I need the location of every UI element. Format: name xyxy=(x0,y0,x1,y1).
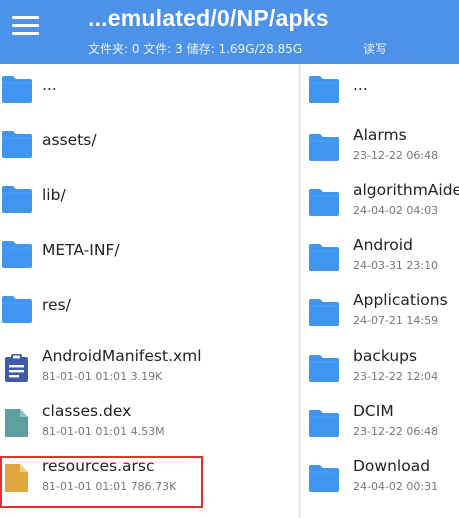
folder-icon xyxy=(1,129,33,159)
item-name: ... xyxy=(353,76,368,94)
folder-icon xyxy=(308,297,340,327)
list-item-meta-inf[interactable]: META-INF/ xyxy=(0,229,298,284)
read-write-toggle[interactable]: 读写 xyxy=(363,40,387,57)
item-name: algorithmAide xyxy=(353,181,459,199)
list-item-assets[interactable]: assets/ xyxy=(0,119,298,174)
current-path-title: ...emulated/0/NP/apks xyxy=(88,5,329,31)
item-name: DCIM xyxy=(353,402,394,420)
folder-icon xyxy=(308,187,340,217)
list-item-classes-dex[interactable]: classes.dex 81-01-01 01:01 4.53M xyxy=(0,398,298,453)
list-item-backups[interactable]: backups 23-12-22 12:04 xyxy=(301,343,459,398)
arsc-file-icon xyxy=(1,463,33,493)
list-item-download[interactable]: Download 24-04-02 00:31 xyxy=(301,453,459,508)
item-meta: 24-04-02 04:03 xyxy=(353,204,439,217)
list-item-alarms[interactable]: Alarms 23-12-22 06:48 xyxy=(301,122,459,177)
list-item-lib[interactable]: lib/ xyxy=(0,174,298,229)
list-item-parent[interactable]: ... xyxy=(0,64,298,119)
folder-icon xyxy=(308,242,340,272)
list-item-resources-arsc[interactable]: resources.arsc 81-01-01 01:01 786.73K xyxy=(0,453,298,508)
folder-icon xyxy=(308,408,340,438)
list-item-dcim[interactable]: DCIM 23-12-22 06:48 xyxy=(301,398,459,453)
item-meta: 81-01-01 01:01 786.73K xyxy=(42,480,177,493)
left-file-pane[interactable]: ... assets/ lib/ META-INF/ res/ AndroidM… xyxy=(0,64,298,518)
list-item-res[interactable]: res/ xyxy=(0,284,298,339)
folder-icon xyxy=(1,184,33,214)
item-name: META-INF/ xyxy=(42,241,120,259)
folder-icon xyxy=(308,463,340,493)
item-meta: 23-12-22 06:48 xyxy=(353,425,439,438)
item-meta: 81-01-01 01:01 4.53M xyxy=(42,425,165,438)
list-item-parent[interactable]: ... xyxy=(301,64,459,119)
dex-file-icon xyxy=(1,408,33,438)
item-name: backups xyxy=(353,347,418,365)
storage-info: 文件夹: 0 文件: 3 储存: 1.69G/28.85G xyxy=(88,42,303,56)
item-name: Alarms xyxy=(353,126,407,144)
folder-icon xyxy=(308,132,340,162)
folder-icon xyxy=(1,74,33,104)
item-meta: 24-07-21 14:59 xyxy=(353,314,439,327)
right-file-pane[interactable]: ... Alarms 23-12-22 06:48 algorithmAide … xyxy=(301,64,459,518)
item-name: lib/ xyxy=(42,186,66,204)
item-name: assets/ xyxy=(42,131,97,149)
list-item-android[interactable]: Android 24-03-31 23:10 xyxy=(301,232,459,287)
app-bar: ...emulated/0/NP/apks 文件夹: 0 文件: 3 储存: 1… xyxy=(0,0,459,64)
folder-icon xyxy=(1,294,33,324)
item-meta: 24-03-31 23:10 xyxy=(353,259,439,272)
hamburger-menu-icon[interactable] xyxy=(8,10,46,42)
item-name: classes.dex xyxy=(42,402,132,420)
item-name: Applications xyxy=(353,291,448,309)
item-meta: 81-01-01 01:01 3.19K xyxy=(42,370,163,383)
list-item-androidmanifest[interactable]: AndroidManifest.xml 81-01-01 01:01 3.19K xyxy=(0,343,298,398)
item-name: ... xyxy=(42,76,57,94)
item-name: res/ xyxy=(42,296,71,314)
list-item-algorithmaide[interactable]: algorithmAide 24-04-02 04:03 xyxy=(301,177,459,232)
item-meta: 24-04-02 00:31 xyxy=(353,480,439,493)
folder-icon xyxy=(1,239,33,269)
folder-icon xyxy=(308,353,340,383)
folder-icon xyxy=(308,74,340,104)
item-name: resources.arsc xyxy=(42,457,155,475)
list-item-applications[interactable]: Applications 24-07-21 14:59 xyxy=(301,287,459,342)
item-meta: 23-12-22 12:04 xyxy=(353,370,439,383)
item-meta: 23-12-22 06:48 xyxy=(353,149,439,162)
item-name: Android xyxy=(353,236,413,254)
item-name: AndroidManifest.xml xyxy=(42,347,202,365)
manifest-file-icon xyxy=(1,353,33,383)
item-name: Download xyxy=(353,457,431,475)
